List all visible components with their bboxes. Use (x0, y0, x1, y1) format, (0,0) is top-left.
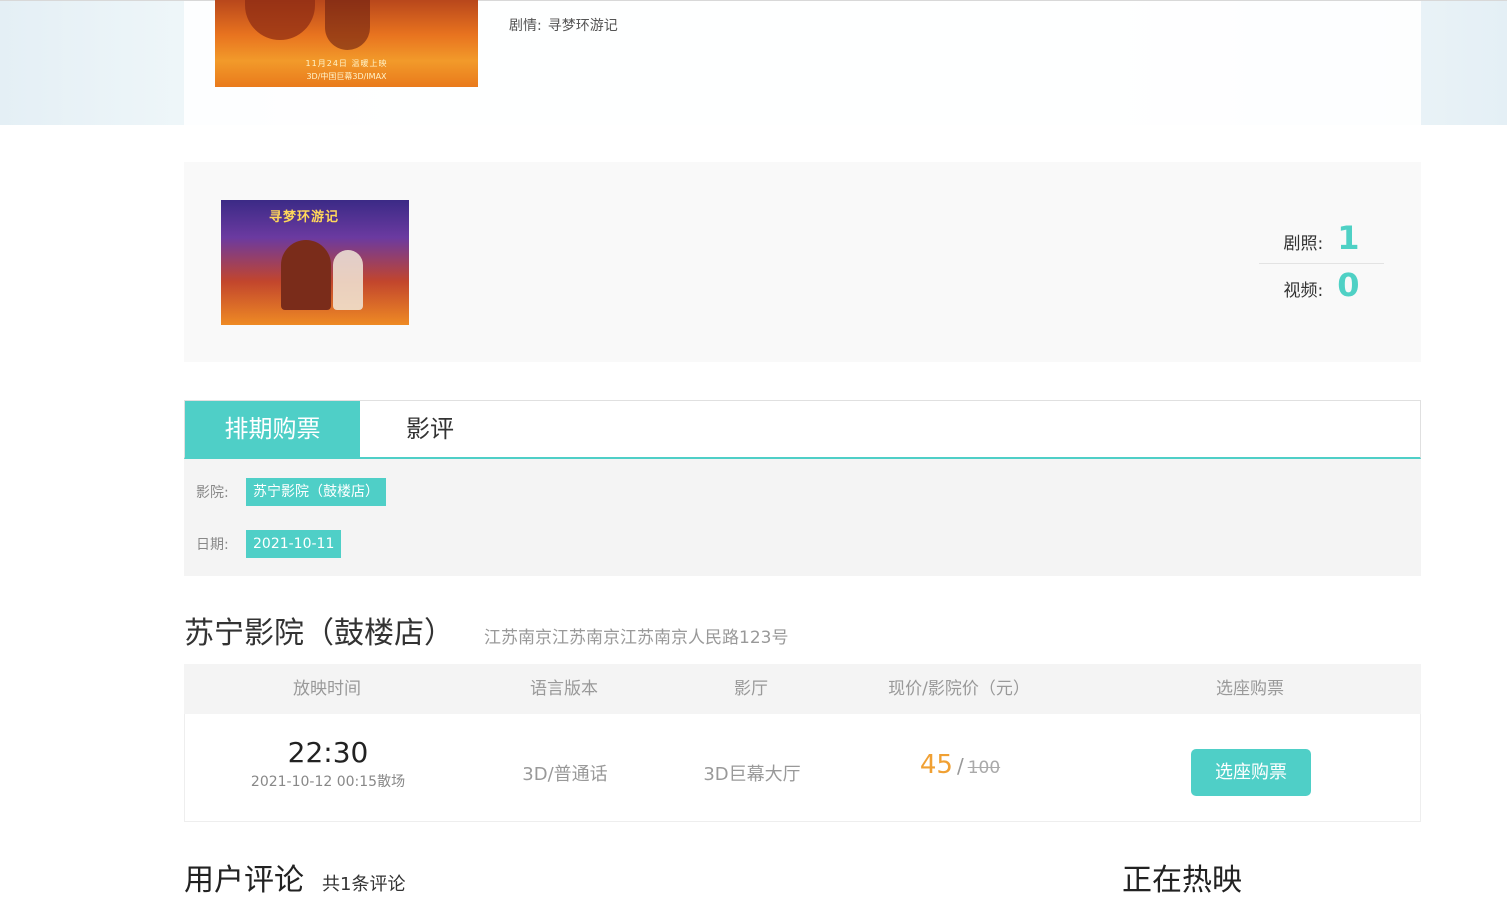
movie-poster[interactable]: 11月24日 温暖上映 3D/中国巨幕3D/IMAX (215, 0, 478, 87)
thumbnail-title: 寻梦环游记 (269, 210, 340, 225)
schedule-table-header: 放映时间 语言版本 影厅 现价/影院价（元） 选座购票 (184, 664, 1421, 714)
thumbnail-figure (281, 240, 331, 310)
tab-schedule[interactable]: 排期购票 (185, 401, 360, 458)
stat-label: 剧照: (1283, 234, 1324, 254)
still-thumbnail[interactable]: 寻梦环游记 (221, 200, 409, 325)
stat-value: 1 (1337, 219, 1360, 257)
date-chip[interactable]: 2021-10-11 (246, 530, 342, 558)
stat-label: 视频: (1283, 281, 1324, 301)
thumbnail-figure (333, 250, 363, 310)
user-reviews-header: 用户评论 共1条评论 (184, 855, 405, 899)
cinema-address: 江苏南京江苏南京江苏南京人民路123号 (484, 628, 789, 648)
tab-reviews[interactable]: 影评 (360, 401, 500, 458)
stat-stills[interactable]: 剧照: 1 (1259, 217, 1384, 263)
end-time: 2021-10-12 00:15散场 (250, 774, 406, 790)
date-filter-label: 日期: (196, 537, 229, 553)
header-price: 现价/影院价（元） (888, 679, 1030, 699)
plot-value: 寻梦环游记 (547, 18, 618, 34)
cinema-price: 100 (967, 758, 1001, 778)
header-showtime: 放映时间 (293, 679, 361, 699)
poster-formats: 3D/中国巨幕3D/IMAX (306, 72, 387, 81)
header-language: 语言版本 (530, 679, 598, 699)
cinema-filter: 影院: 苏宁影院（鼓楼店） (196, 478, 386, 506)
header-buy: 选座购票 (1216, 679, 1284, 699)
table-row: 22:30 2021-10-12 00:15散场 3D/普通话 3D巨幕大厅 4… (184, 714, 1421, 822)
poster-caption: 11月24日 温暖上映 (305, 59, 388, 68)
reviews-count: 共1条评论 (322, 874, 406, 895)
language-cell: 3D/普通话 (522, 764, 608, 785)
hall-cell: 3D巨幕大厅 (703, 764, 801, 785)
plot-info: 剧情: 寻梦环游记 (509, 15, 618, 35)
price-cell: 45/100 (865, 750, 1055, 780)
cinema-header: 苏宁影院（鼓楼店） 江苏南京江苏南京江苏南京人民路123号 (184, 608, 788, 652)
cinema-chip[interactable]: 苏宁影院（鼓楼店） (246, 478, 386, 506)
date-filter: 日期: 2021-10-11 (196, 530, 342, 558)
select-seat-button[interactable]: 选座购票 (1191, 749, 1311, 796)
reviews-title: 用户评论 (184, 863, 304, 898)
poster-figure (245, 0, 315, 40)
filter-panel: 影院: 苏宁影院（鼓楼店） 日期: 2021-10-11 (184, 459, 1421, 576)
stat-videos[interactable]: 视频: 0 (1259, 263, 1384, 309)
price-separator: / (956, 754, 964, 778)
stat-value: 0 (1337, 266, 1360, 304)
plot-label: 剧情: (509, 18, 542, 34)
media-stats: 剧照: 1 视频: 0 (1259, 217, 1384, 309)
header-hall: 影厅 (734, 679, 768, 699)
cinema-name: 苏宁影院（鼓楼店） (184, 616, 454, 651)
start-time: 22:30 (287, 736, 369, 769)
media-gallery: 寻梦环游记 剧照: 1 视频: 0 (184, 162, 1421, 362)
current-price: 45 (919, 750, 953, 780)
cinema-filter-label: 影院: (196, 485, 229, 501)
poster-figure (325, 0, 370, 50)
tab-bar: 排期购票 影评 (184, 400, 1421, 459)
now-showing-title: 正在热映 (1122, 863, 1242, 898)
showtime-cell: 22:30 2021-10-12 00:15散场 (235, 736, 421, 791)
